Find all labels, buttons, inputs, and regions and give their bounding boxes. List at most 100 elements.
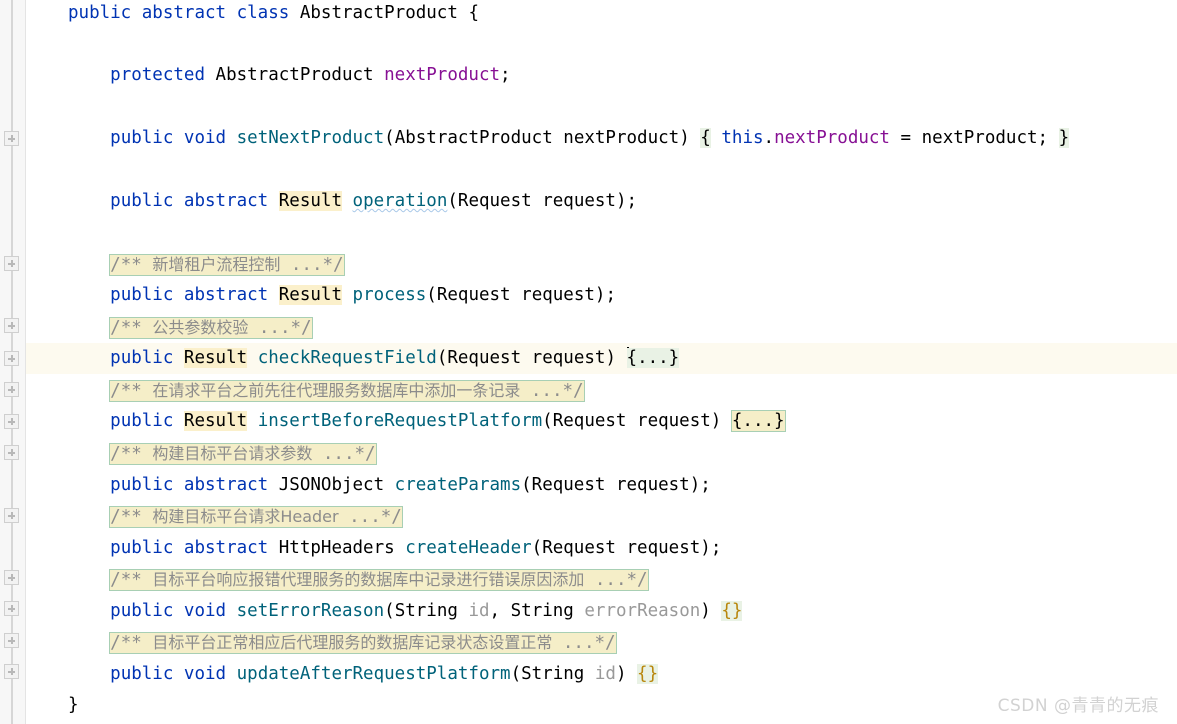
token-keyword-this: this <box>721 128 764 148</box>
code-line[interactable]: public Result insertBeforeRequestPlatfor… <box>26 406 1177 437</box>
token-keyword: public <box>110 191 174 211</box>
token-type: AbstractProduct <box>299 3 458 23</box>
code-editor[interactable]: public abstract class AbstractProduct { … <box>0 0 1177 724</box>
token-method: setNextProduct <box>236 128 385 148</box>
fold-marker-icon[interactable] <box>4 414 19 429</box>
token-param-unused: id <box>468 601 490 621</box>
collapsed-comment-region[interactable]: /** 目标平台正常相应后代理服务的数据库记录状态设置正常 ...*/ <box>109 632 617 654</box>
token-param: request <box>521 285 595 305</box>
token-brace: { <box>468 3 479 23</box>
collapsed-body-region[interactable]: {...} <box>626 348 680 368</box>
comment-open: /** <box>110 381 142 401</box>
token-method: createParams <box>394 475 522 495</box>
token-keyword: abstract <box>183 191 269 211</box>
code-line[interactable]: public abstract JSONObject createParams(… <box>26 470 1177 501</box>
empty-body-region[interactable]: {} <box>721 601 743 621</box>
fold-marker-icon[interactable] <box>4 351 19 366</box>
fold-marker-icon[interactable] <box>4 256 19 271</box>
fold-marker-icon[interactable] <box>4 601 19 616</box>
collapsed-comment-region[interactable]: /** 构建目标平台请求参数 ...*/ <box>109 443 377 465</box>
fold-marker-icon[interactable] <box>4 570 19 585</box>
token-method: createHeader <box>405 538 532 558</box>
code-line-active[interactable]: public Result checkRequestField(Request … <box>26 343 1177 374</box>
collapsed-comment-region[interactable]: /** 在请求平台之前先往代理服务数据库中添加一条记录 ...*/ <box>109 380 585 402</box>
comment-text: 新增租户流程控制 <box>152 255 281 274</box>
token-type-highlighted: Result <box>278 191 342 211</box>
comment-open: /** <box>110 255 142 275</box>
code-line[interactable]: protected AbstractProduct nextProduct; <box>26 60 1177 91</box>
token-keyword: protected <box>110 65 205 85</box>
comment-text: 构建目标平台请求参数 <box>152 444 313 463</box>
fold-marker-icon[interactable] <box>4 508 19 523</box>
code-line-comment[interactable]: /** 公共参数校验 ...*/ <box>26 312 1177 343</box>
collapsed-comment-region[interactable]: /** 目标平台响应报错代理服务的数据库中记录进行错误原因添加 ...*/ <box>109 569 649 591</box>
comment-text: 目标平台响应报错代理服务的数据库中记录进行错误原因添加 <box>152 570 585 589</box>
code-line[interactable]: public abstract HttpHeaders createHeader… <box>26 533 1177 564</box>
comment-close: ...*/ <box>349 507 402 527</box>
code-line-comment[interactable]: /** 目标平台响应报错代理服务的数据库中记录进行错误原因添加 ...*/ <box>26 564 1177 595</box>
csdn-watermark: CSDN @青青的无痕 <box>997 696 1159 716</box>
collapsed-body-region[interactable]: {...} <box>730 410 786 432</box>
collapsed-comment-region[interactable]: /** 构建目标平台请求Header ...*/ <box>109 506 403 528</box>
fold-marker-icon[interactable] <box>4 131 19 146</box>
token-keyword: public <box>110 601 174 621</box>
code-content[interactable]: public abstract class AbstractProduct { … <box>26 0 1177 724</box>
token-type: String <box>521 664 585 684</box>
comment-close: ...*/ <box>290 255 344 275</box>
token-keyword: abstract <box>183 475 269 495</box>
code-line[interactable]: public abstract Result operation(Request… <box>26 186 1177 217</box>
comment-open: /** <box>110 318 142 338</box>
comment-open: /** <box>110 570 142 590</box>
token-type: Request <box>552 411 627 431</box>
token-keyword: public <box>110 348 174 368</box>
code-line[interactable]: public void setErrorReason(String id, St… <box>26 596 1177 627</box>
token-type: String <box>394 601 458 621</box>
code-line-comment[interactable]: /** 构建目标平台请求Header ...*/ <box>26 501 1177 532</box>
comment-close: ...*/ <box>594 570 648 590</box>
token-type: JSONObject <box>278 475 385 495</box>
token-param: request <box>531 348 606 368</box>
empty-body-region[interactable]: {} <box>637 664 659 684</box>
token-param-unused: id <box>594 664 616 684</box>
code-line-comment[interactable]: /** 构建目标平台请求参数 ...*/ <box>26 438 1177 469</box>
code-line[interactable]: public void updateAfterRequestPlatform(S… <box>26 659 1177 690</box>
fold-marker-icon[interactable] <box>4 318 19 333</box>
token-method-warning: operation <box>352 191 448 211</box>
code-line-comment[interactable]: /** 新增租户流程控制 ...*/ <box>26 249 1177 280</box>
code-line-comment[interactable]: /** 在请求平台之前先往代理服务数据库中添加一条记录 ...*/ <box>26 375 1177 406</box>
token-type: String <box>510 601 574 621</box>
collapsed-comment-region[interactable]: /** 新增租户流程控制 ...*/ <box>109 254 345 276</box>
token-keyword: abstract <box>183 538 269 558</box>
fold-brace-open[interactable]: { <box>700 128 711 148</box>
token-type-highlighted: Result <box>183 411 248 431</box>
token-keyword: public <box>110 538 174 558</box>
comment-close: ...*/ <box>322 444 376 464</box>
fold-marker-icon[interactable] <box>4 382 19 397</box>
comment-close: ...*/ <box>530 381 584 401</box>
token-type: Request <box>457 191 532 211</box>
comment-text: 构建目标平台请求Header <box>152 507 339 526</box>
fold-marker-icon[interactable] <box>4 445 19 460</box>
token-method: updateAfterRequestPlatform <box>236 664 511 684</box>
code-line[interactable]: public abstract Result process(Request r… <box>26 280 1177 311</box>
editor-gutter[interactable] <box>0 0 26 724</box>
token-type: Request <box>531 475 606 495</box>
code-line[interactable]: public abstract class AbstractProduct { <box>26 0 1177 29</box>
collapsed-comment-region[interactable]: /** 公共参数校验 ...*/ <box>109 317 313 339</box>
token-method: checkRequestField <box>257 348 437 368</box>
fold-brace-close[interactable]: } <box>1058 128 1070 148</box>
token-keyword: public <box>110 664 174 684</box>
token-keyword: public <box>110 128 174 148</box>
token-keyword: public <box>68 3 132 23</box>
code-line-comment[interactable]: /** 目标平台正常相应后代理服务的数据库记录状态设置正常 ...*/ <box>26 627 1177 658</box>
token-keyword: abstract <box>141 3 227 23</box>
fold-marker-icon[interactable] <box>4 664 19 679</box>
token-method: insertBeforeRequestPlatform <box>257 411 543 431</box>
fold-marker-icon[interactable] <box>4 633 19 648</box>
comment-text: 公共参数校验 <box>152 318 249 337</box>
token-param-nextproduct: nextProduct <box>921 128 1038 148</box>
token-type: AbstractProduct <box>394 128 553 148</box>
token-type: Request <box>447 348 522 368</box>
token-keyword: void <box>183 601 227 621</box>
code-line[interactable]: public void setNextProduct(AbstractProdu… <box>26 123 1177 154</box>
